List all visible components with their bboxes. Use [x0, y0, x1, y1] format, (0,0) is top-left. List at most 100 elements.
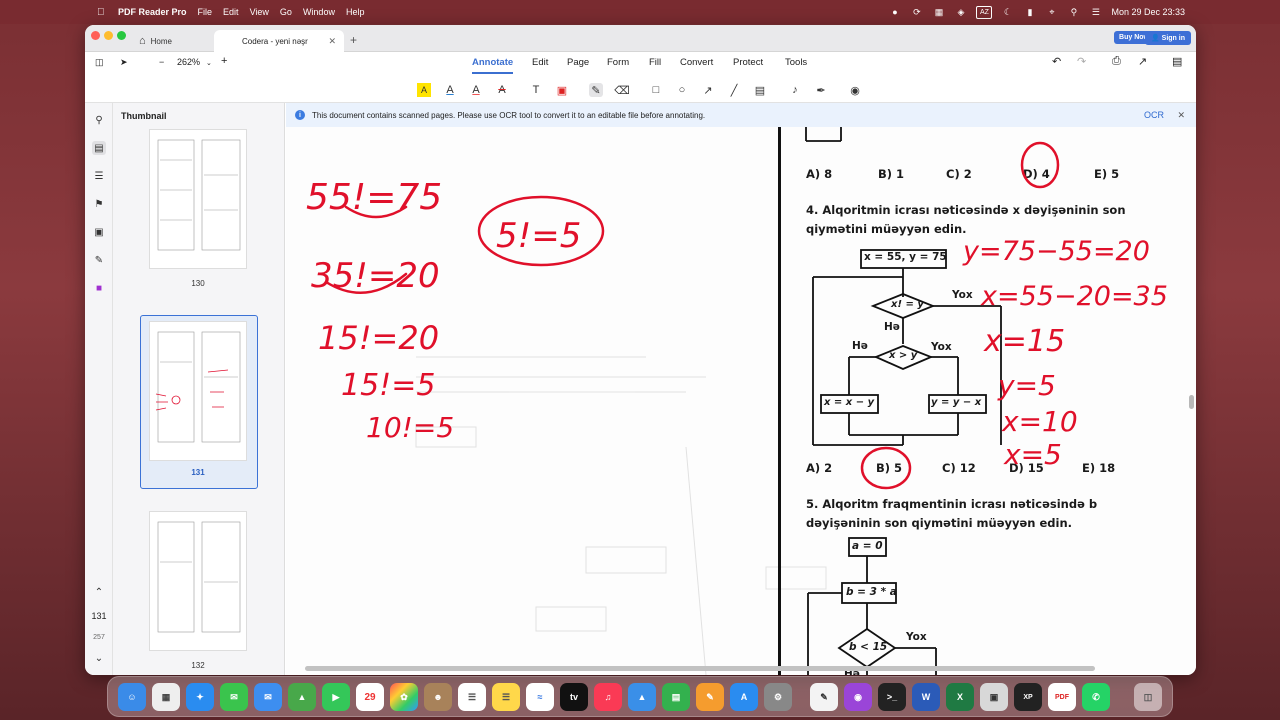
tab-document[interactable]: Codera - yeni nəşr ✕	[214, 30, 344, 52]
safari-icon[interactable]: ✦	[186, 683, 214, 711]
squiggly-icon[interactable]: A	[469, 83, 483, 97]
vertical-scrollbar[interactable]	[1189, 395, 1194, 409]
chevron-up-icon[interactable]: ⌃	[92, 585, 106, 599]
terminal-icon[interactable]: >_	[878, 683, 906, 711]
close-window-button[interactable]	[91, 31, 100, 40]
highlight-icon[interactable]: A	[417, 83, 431, 97]
tab-page[interactable]: Page	[567, 57, 589, 68]
text-icon[interactable]: T	[529, 83, 543, 97]
link-icon[interactable]: ▤	[753, 83, 767, 97]
zoom-in-icon[interactable]: +	[221, 55, 227, 67]
maps-icon[interactable]: ▲	[288, 683, 316, 711]
new-tab-icon[interactable]: +	[350, 33, 357, 47]
arrow-icon[interactable]: ↗	[701, 83, 715, 97]
messages-icon[interactable]: ✉	[220, 683, 248, 711]
zoom-level[interactable]: 262%	[177, 57, 200, 67]
launchpad-icon[interactable]: ▦	[152, 683, 180, 711]
pages-icon[interactable]: ✎	[696, 683, 724, 711]
battery-icon[interactable]: ▮	[1023, 6, 1036, 19]
reminders-icon[interactable]: ☰	[458, 683, 486, 711]
search-icon[interactable]: ⚲	[1067, 6, 1080, 19]
tab-annotate[interactable]: Annotate	[472, 57, 514, 74]
undo-icon[interactable]: ↶	[1052, 55, 1061, 68]
thumbnail-page-130[interactable]	[149, 129, 247, 269]
menu-view[interactable]: View	[250, 7, 269, 17]
print-icon[interactable]: ⎙	[1112, 55, 1121, 68]
trash-icon[interactable]: ◫	[1134, 683, 1162, 711]
sign-in-button[interactable]: 👤 Sign in	[1144, 31, 1191, 45]
cast-icon[interactable]: ◈	[954, 6, 967, 19]
tab-convert[interactable]: Convert	[680, 57, 713, 68]
bookmark-icon[interactable]: ⚑	[92, 197, 106, 211]
document-page[interactable]: A) 8 B) 1 C) 2 D) 4 E) 5 4. Alqoritmin i…	[286, 127, 1196, 675]
tab-form[interactable]: Form	[607, 57, 629, 68]
focus-moon-icon[interactable]: ☾	[1001, 6, 1014, 19]
menu-file[interactable]: File	[198, 7, 213, 17]
rectangle-icon[interactable]: □	[649, 83, 663, 97]
pdf-reader-icon[interactable]: PDF	[1048, 683, 1076, 711]
sidebar-toggle-icon[interactable]: ◫	[95, 57, 104, 68]
tab-edit[interactable]: Edit	[532, 57, 548, 68]
pen-icon[interactable]: ✎	[589, 83, 603, 97]
preview-icon[interactable]: ▣	[980, 683, 1008, 711]
calendar-icon[interactable]: 29	[356, 683, 384, 711]
minimize-window-button[interactable]	[104, 31, 113, 40]
pointer-tool-icon[interactable]: ➤	[120, 57, 128, 68]
menu-edit[interactable]: Edit	[223, 7, 239, 17]
underline-icon[interactable]: A	[443, 83, 457, 97]
input-source[interactable]: AZ	[976, 5, 993, 19]
control-center-icon[interactable]: ☰	[1089, 6, 1102, 19]
panel-icon[interactable]: ▤	[1172, 55, 1182, 68]
tab-tools[interactable]: Tools	[785, 57, 807, 68]
zoom-window-button[interactable]	[117, 31, 126, 40]
tab-fill[interactable]: Fill	[649, 57, 661, 68]
keynote-icon[interactable]: ▲	[628, 683, 656, 711]
numbers-icon[interactable]: ▤	[662, 683, 690, 711]
pdf-menu-icon[interactable]: ▦	[932, 6, 945, 19]
signature-icon[interactable]: ✒	[814, 83, 828, 97]
wifi-icon[interactable]: ⌖	[1045, 6, 1058, 19]
circle-icon[interactable]: ○	[675, 83, 689, 97]
search-icon[interactable]: ⚲	[92, 113, 106, 127]
mail-icon[interactable]: ✉	[254, 683, 282, 711]
sync-icon[interactable]: ⟳	[910, 6, 923, 19]
thumbnail-page-131[interactable]	[149, 321, 247, 461]
current-page[interactable]: 131	[85, 611, 113, 621]
menu-help[interactable]: Help	[346, 7, 365, 17]
xppen-icon[interactable]: XP	[1014, 683, 1042, 711]
finder-icon[interactable]: ☺	[118, 683, 146, 711]
whatsapp-icon[interactable]: ✆	[1082, 683, 1110, 711]
zoom-out-icon[interactable]: −	[159, 57, 164, 67]
line-icon[interactable]: ╱	[727, 83, 741, 97]
pen-app-icon[interactable]: ✎	[810, 683, 838, 711]
eraser-icon[interactable]: ⌫	[614, 83, 630, 97]
tab-protect[interactable]: Protect	[733, 57, 763, 68]
facetime-icon[interactable]: ▶	[322, 683, 350, 711]
word-icon[interactable]: W	[912, 683, 940, 711]
ocr-button[interactable]: OCR	[1144, 110, 1164, 120]
strikeout-icon[interactable]: A	[495, 83, 509, 97]
freeform-icon[interactable]: ≈	[526, 683, 554, 711]
contacts-icon[interactable]: ☻	[424, 683, 452, 711]
system-settings-icon[interactable]: ⚙	[764, 683, 792, 711]
clock[interactable]: Mon 29 Dec 23:33	[1111, 7, 1185, 17]
share-icon[interactable]: ↗	[1138, 55, 1147, 68]
signature-list-icon[interactable]: ✎	[92, 253, 106, 267]
photos-icon[interactable]: ✿	[390, 683, 418, 711]
menu-go[interactable]: Go	[280, 7, 292, 17]
tab-home[interactable]: ⌂ Home	[139, 31, 172, 51]
menu-app-name[interactable]: PDF Reader Pro	[118, 7, 187, 17]
apple-icon[interactable]: 	[97, 7, 111, 18]
chevron-down-icon[interactable]: ⌄	[92, 651, 106, 665]
outline-icon[interactable]: ☰	[92, 169, 106, 183]
thumbnail-icon[interactable]: ▤	[92, 141, 106, 155]
note-icon[interactable]: ▣	[555, 83, 569, 97]
horizontal-scrollbar[interactable]	[305, 666, 1095, 671]
redo-icon[interactable]: ↷	[1077, 55, 1086, 68]
music-icon[interactable]: ♫	[594, 683, 622, 711]
tv-icon[interactable]: tv	[560, 683, 588, 711]
close-banner-icon[interactable]: ✕	[1177, 110, 1185, 121]
chevron-down-icon[interactable]: ⌄	[206, 59, 212, 67]
eye-icon[interactable]: ◉	[848, 83, 862, 97]
annotation-list-icon[interactable]: ▣	[92, 225, 106, 239]
